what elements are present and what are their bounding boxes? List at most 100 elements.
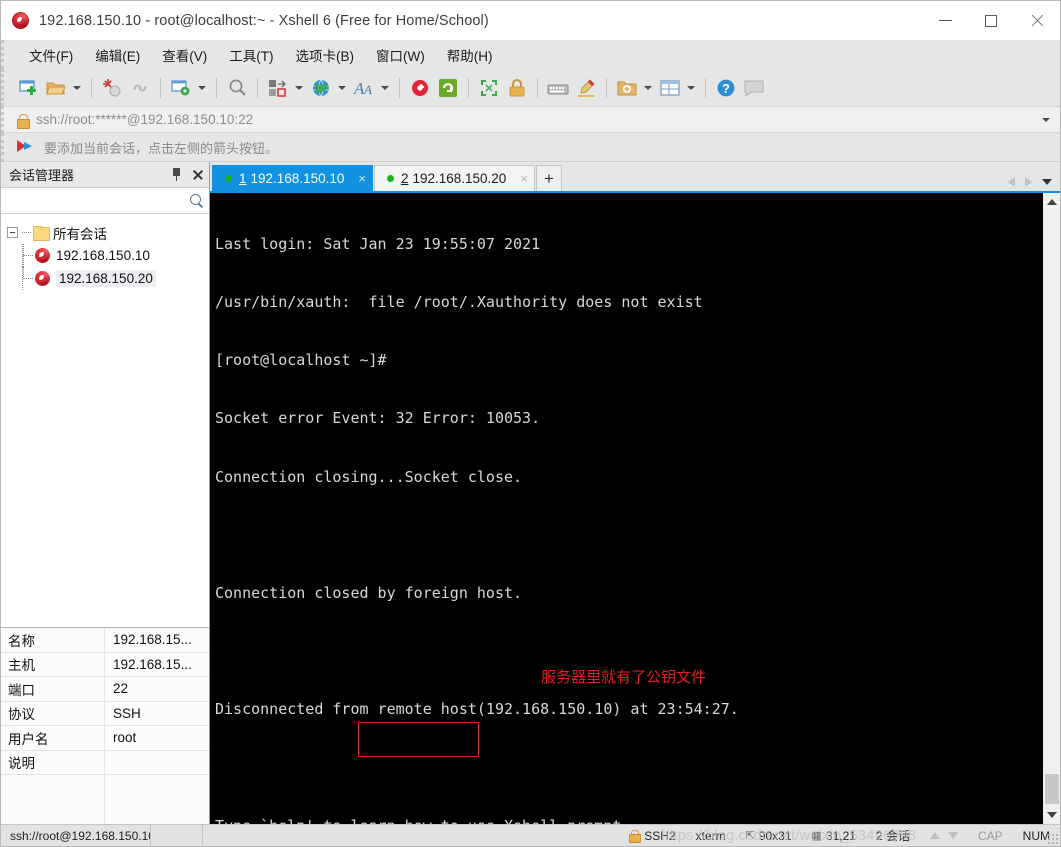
file-transfer-icon[interactable] [265,75,291,101]
toolbar-separator [216,77,217,98]
property-key: 主机 [1,652,105,676]
font-dropdown[interactable] [378,75,391,101]
address-value[interactable]: ssh://root:******@192.168.150.10:22 [36,112,253,127]
menu-item-view[interactable]: 查看(V) [151,42,218,68]
layout-dropdown[interactable] [684,75,697,101]
tab-session-1[interactable]: 1 192.168.150.10 × [212,165,373,191]
table-filler-row [1,775,209,824]
new-tab-button[interactable]: + [535,165,562,191]
terminal-output[interactable]: Last login: Sat Jan 23 19:55:07 2021 /us… [210,193,1042,824]
resize-grip[interactable] [1047,833,1058,844]
disconnect-icon[interactable] [99,75,125,101]
font-icon[interactable]: AA [351,75,377,101]
scroll-down-icon[interactable] [1043,806,1061,824]
tab-status-dot-icon [386,175,394,182]
notice-text: 要添加当前会话，点击左侧的箭头按钮。 [44,140,279,156]
address-dropdown-icon[interactable] [1042,117,1050,122]
status-protocol-label: SSH2 [644,828,676,843]
terminal-scrollbar[interactable] [1042,193,1060,824]
cursor-position-icon: ▦ [811,830,822,842]
menu-item-tabs[interactable]: 选项卡(B) [285,42,366,68]
highlight-icon[interactable] [573,75,599,101]
session-properties-dropdown[interactable] [195,75,208,101]
status-caps-lock: CAP [977,828,1003,843]
session-icon [35,248,51,263]
maximize-button[interactable] [968,1,1014,40]
session-manager-header: 会话管理器 [1,162,209,188]
tab-close-icon[interactable]: × [344,172,366,185]
minimize-button[interactable] [922,1,968,40]
collapse-icon[interactable] [7,227,18,238]
tab-navigation [1008,177,1060,191]
menu-item-tools[interactable]: 工具(T) [218,42,284,68]
scrollbar-thumb[interactable] [1044,774,1059,804]
menu-item-window[interactable]: 窗口(W) [365,42,436,68]
session-label: 192.168.150.20 [56,270,156,287]
new-session-icon[interactable] [15,75,41,101]
table-row: 主机 192.168.15... [1,652,209,677]
tab-number: 1 [239,171,247,186]
notice-bar: 要添加当前会话，点击左侧的箭头按钮。 [1,133,1060,162]
main-body: 会话管理器 所有会话 192.168.150.10 192.168.150.20… [1,162,1060,824]
toolbar-separator [606,77,607,98]
session-properties-icon[interactable] [168,75,194,101]
globe-dropdown[interactable] [335,75,348,101]
help-icon[interactable]: ? [713,75,739,101]
tab-scroll-right-icon[interactable] [1025,177,1032,187]
open-folder-dropdown[interactable] [70,75,83,101]
upload-arrow-icon [929,832,940,839]
tab-list-dropdown-icon[interactable] [1042,179,1052,185]
menu-item-edit[interactable]: 编辑(E) [84,42,151,68]
tree-root-all-sessions[interactable]: 所有会话 [1,221,209,244]
file-transfer-dropdown[interactable] [292,75,305,101]
sidebar-item-session-2[interactable]: 192.168.150.20 [1,267,209,290]
search-icon[interactable] [190,193,204,208]
menu-item-help[interactable]: 帮助(H) [436,42,504,68]
new-folder-icon[interactable] [614,75,640,101]
lock-icon[interactable] [504,75,530,101]
search-input[interactable] [7,192,190,209]
status-sessions: 2 会话 [875,829,910,843]
property-key: 端口 [1,677,105,701]
annotation-text: 服务器里就有了公钥文件 [541,668,707,686]
session-search-bar[interactable] [1,188,209,214]
tab-session-2[interactable]: 2 192.168.150.20 × [373,165,535,191]
folder-icon [33,226,50,241]
xshell-icon[interactable] [407,75,433,101]
new-folder-dropdown[interactable] [641,75,654,101]
window-title: 192.168.150.10 - root@localhost:~ - Xshe… [39,12,489,29]
window-controls [922,1,1060,40]
tab-label: 192.168.150.10 [250,171,345,186]
tab-scroll-left-icon[interactable] [1008,177,1015,187]
feedback-icon[interactable] [741,75,767,101]
title-bar: 192.168.150.10 - root@localhost:~ - Xshe… [1,1,1060,40]
tab-number: 2 [400,171,409,186]
open-folder-icon[interactable] [43,75,69,101]
xftp-icon[interactable] [435,75,461,101]
tab-close-icon[interactable]: × [506,172,528,185]
toolbar-separator [537,77,538,98]
status-cursor-label: 31,21 [825,828,856,843]
scroll-up-icon[interactable] [1043,193,1061,211]
close-button[interactable] [1014,1,1060,40]
reconnect-icon[interactable] [127,75,153,101]
layout-icon[interactable] [657,75,683,101]
globe-icon[interactable] [308,75,334,101]
find-icon[interactable] [224,75,250,101]
menu-item-file[interactable]: 文件(F) [18,42,84,68]
xshell-logo-icon [12,11,30,30]
status-transfer-indicators [920,825,968,846]
terminal-line: [root@localhost ~]# [215,351,387,370]
toolbar-separator [160,77,161,98]
terminal-line: Type `help' to learn how to use Xshell p… [215,817,1042,824]
pin-icon[interactable] [171,168,182,181]
status-cursor: ▦ 31,21 [802,825,866,846]
close-icon[interactable] [192,169,203,180]
annotation-highlight-box [358,722,479,757]
terminal-wrapper: Last login: Sat Jan 23 19:55:07 2021 /us… [210,191,1060,824]
sidebar-item-session-1[interactable]: 192.168.150.10 [1,244,209,267]
keyboard-icon[interactable] [545,75,571,101]
address-bar[interactable]: ssh://root:******@192.168.150.10:22 [1,106,1060,133]
fullscreen-icon[interactable] [476,75,502,101]
